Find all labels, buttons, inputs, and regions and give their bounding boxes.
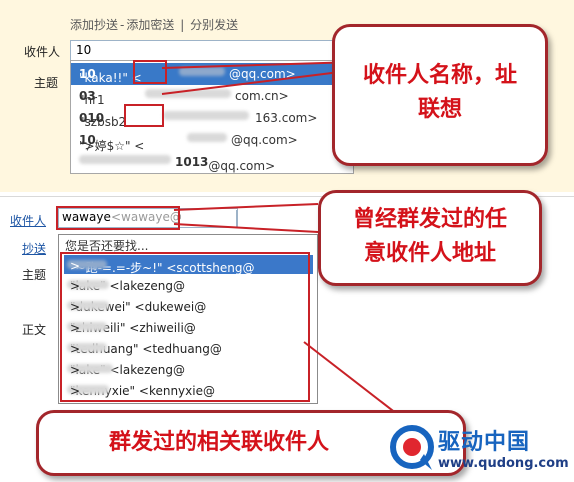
link-separator: | [180,18,185,32]
link-separator: - [120,18,125,32]
blurred-text [187,133,227,142]
highlight-box [124,104,164,127]
suggestion-match: 1013 [175,155,209,169]
logo-emblem-icon [390,425,434,470]
blurred-text [79,155,171,164]
recipient-input-value: 10 [76,43,92,57]
logo-url: www.qudong.com [438,456,569,471]
site-logo: 驱动中国 www.qudong.com [390,418,569,478]
recipient-label: 收件人 [24,45,61,59]
compose-links: 添加抄送 - 添加密送 | 分别发送 [70,16,240,33]
callout-text: 收件人名称，址 [362,63,517,88]
send-separately-link[interactable]: 分别发送 [190,18,238,32]
callout-text: 联想 [417,97,462,122]
suggestion-item[interactable]: "szbsb2 010 163.com> [71,107,353,129]
suggestion-item[interactable]: 1013 @qq.com> [71,151,353,173]
connector-line [173,203,319,233]
suggestion-name: "szbsb2 [79,115,127,129]
recipient-link[interactable]: 收件人 [10,212,46,229]
callout-group-sent-recipients: 曾经群发过的任 意收件人地址 [318,190,542,286]
connector-line [161,61,357,95]
highlight-box [60,252,310,402]
subject-label: 主题 [34,76,59,90]
callout-text: 意收件人地址 [363,241,496,266]
highlight-box [56,206,180,230]
subject-label: 主题 [22,268,47,282]
add-bcc-link[interactable]: 添加密送 [126,18,174,32]
callout-text: 曾经群发过的任 [352,207,507,232]
body-label: 正文 [22,323,47,337]
suggestion-item[interactable]: "≯婷$☆" <10 @qq.com> [71,129,353,153]
callout-address-association: 收件人名称，址 联想 [332,24,548,166]
add-cc-link[interactable]: 添加抄送 [70,18,118,32]
blurred-text [163,111,249,120]
suggestion-name: "hr1 [79,93,105,107]
suggestion-domain: @qq.com> [208,159,276,173]
suggestion-domain: @qq.com> [231,133,298,147]
logo-text: 驱动中国 [438,430,531,455]
cc-link[interactable]: 抄送 [22,240,46,257]
suggestion-domain: 163.com> [255,111,318,125]
